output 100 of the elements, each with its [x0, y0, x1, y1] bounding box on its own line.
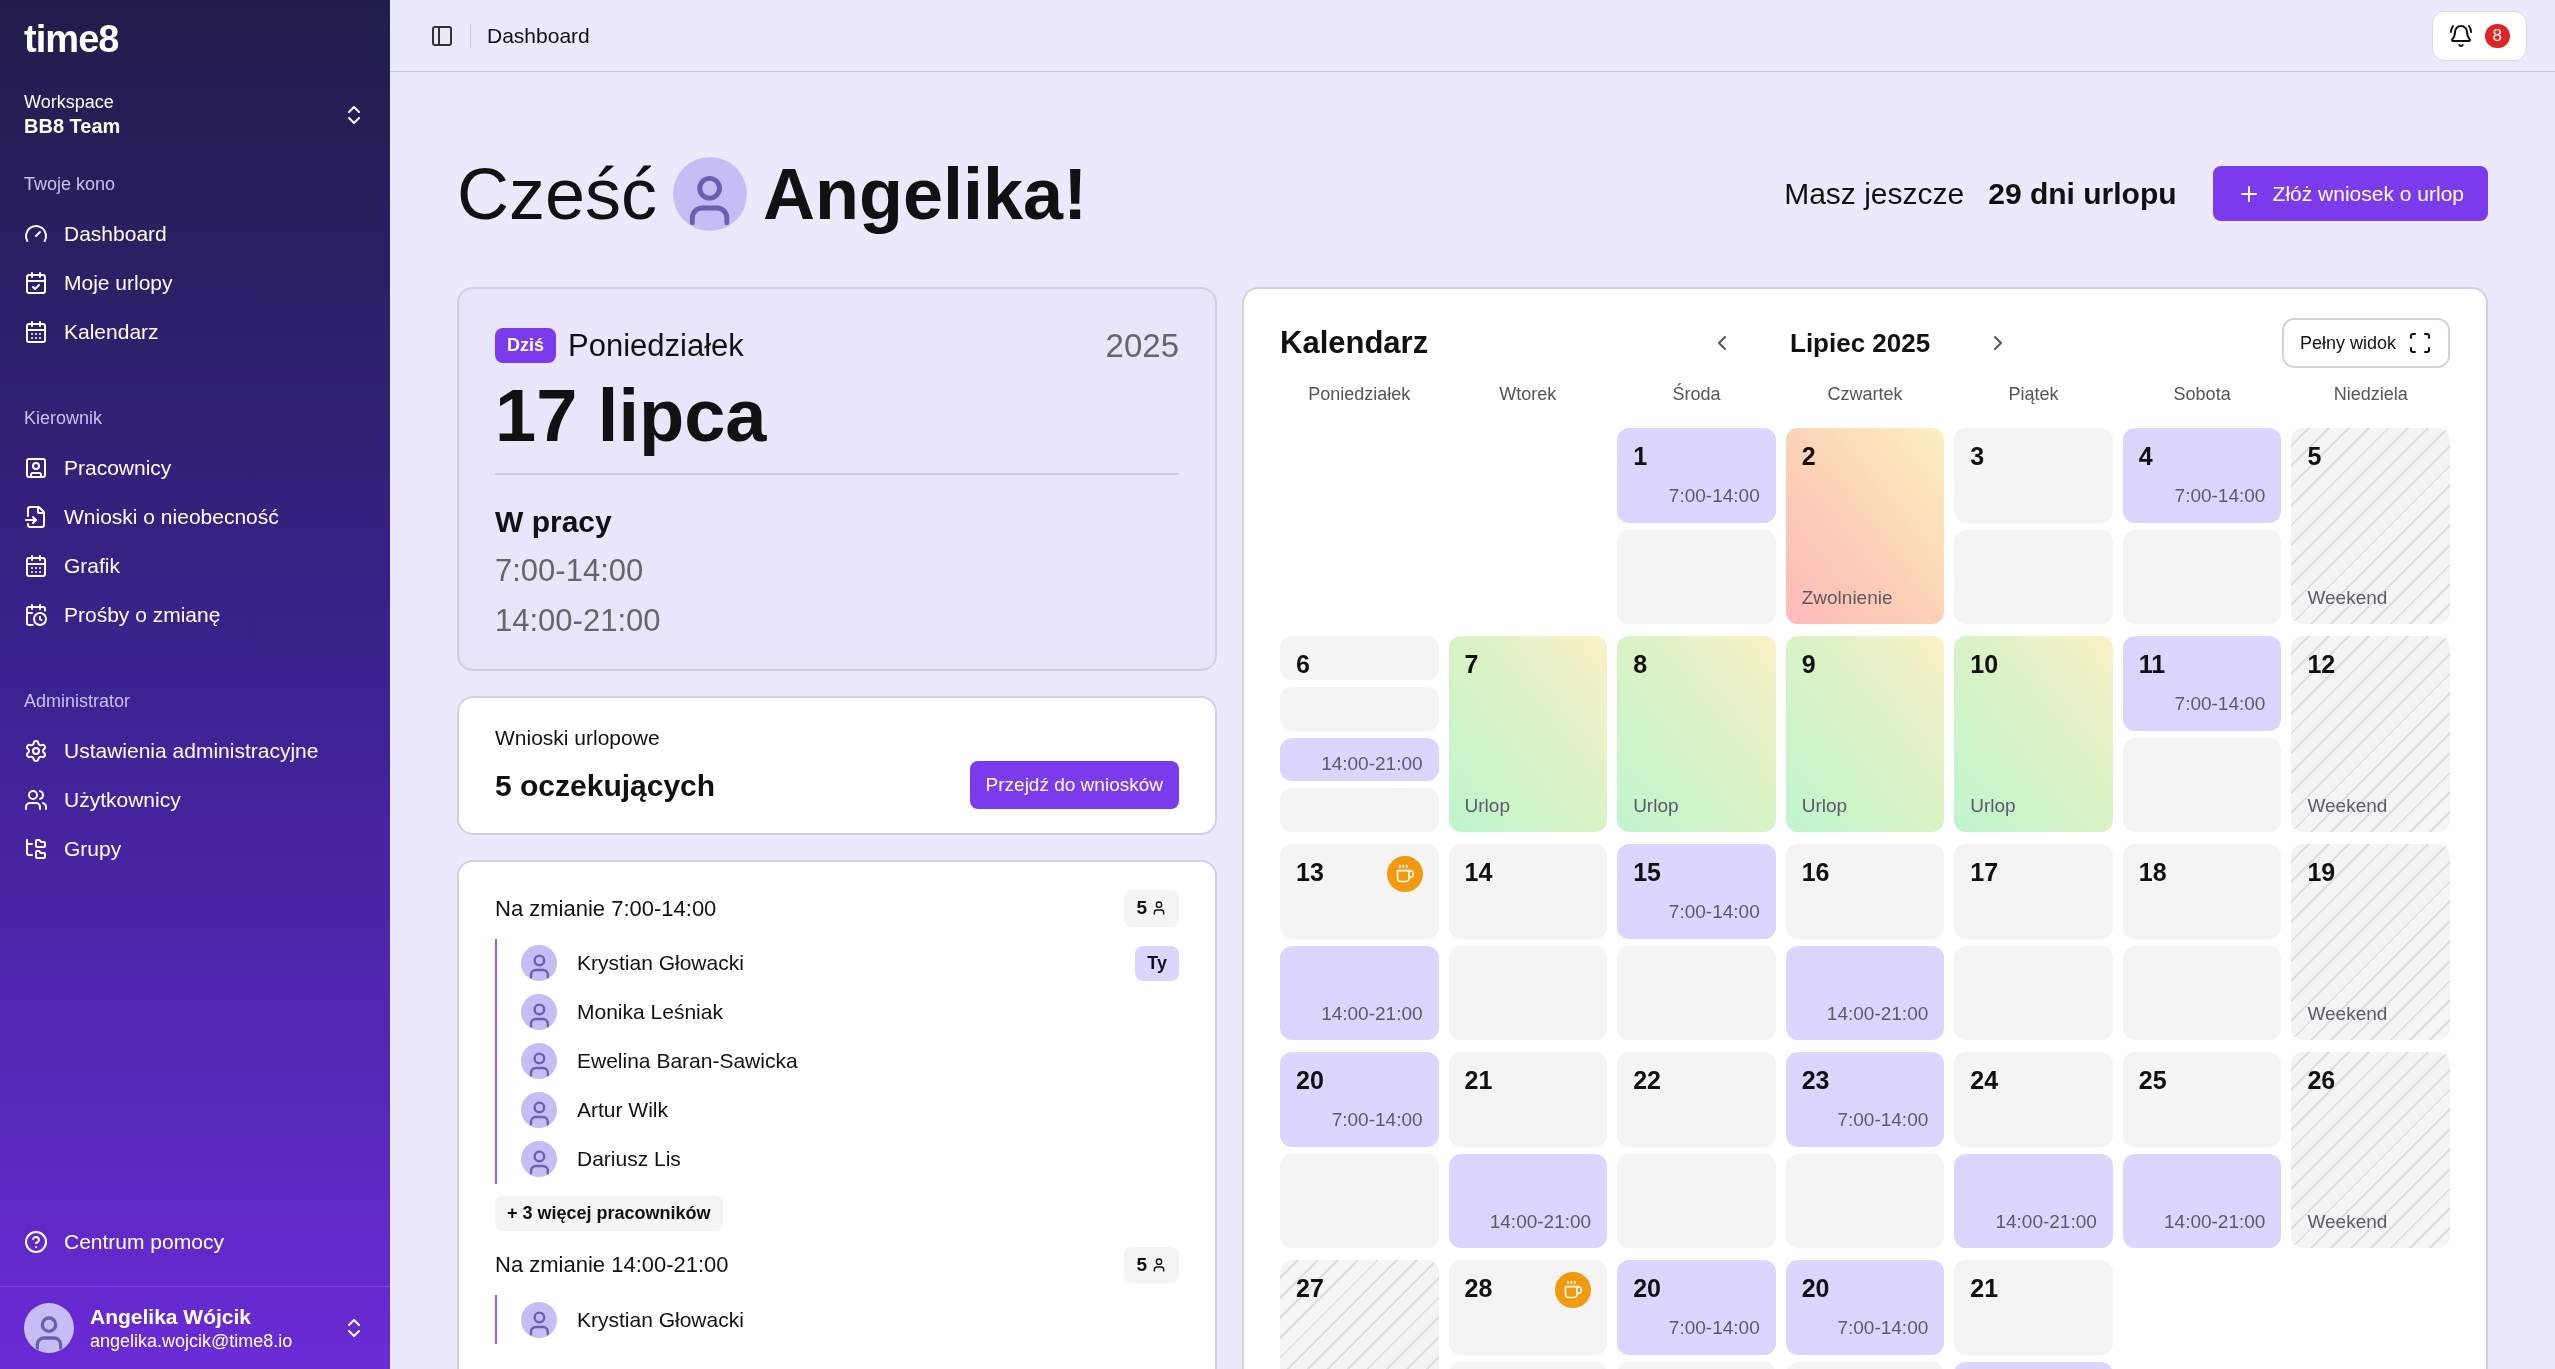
shift-time: 7:00-14:00: [1837, 1108, 1929, 1132]
section-title: Administrator: [23, 689, 132, 713]
sidebar-toggle-icon[interactable]: [430, 23, 454, 48]
section-title: Twoje kono: [23, 172, 117, 196]
sidebar-item[interactable]: Grafik: [0, 541, 390, 591]
calendar-clock-icon: [24, 603, 48, 627]
shift-time: 7:00-14:00: [495, 551, 645, 590]
sidebar-item[interactable]: Ustawienia administracyjne: [0, 726, 390, 776]
day-number: 2: [1801, 441, 1816, 469]
full-view-button[interactable]: Pełny widok: [2281, 318, 2450, 368]
shift-time: 14:00-21:00: [1995, 1209, 2097, 1234]
day-status: Weekend: [2307, 585, 2388, 610]
day-number: 22: [1633, 1065, 1661, 1093]
day-number: 11: [2138, 649, 2166, 677]
people-count: 5: [1124, 890, 1179, 927]
user-email: angelika.wojcik@time8.io: [90, 1329, 294, 1353]
sidebar-item[interactable]: Prośby o zmianę: [0, 590, 390, 640]
day-number: 5: [2307, 441, 2322, 469]
employee-name: Krystian Głowacki: [577, 1306, 745, 1333]
pending-count: 5 oczekujących: [495, 767, 716, 804]
day-number: 20: [1801, 1273, 1830, 1301]
day-number: 19: [2307, 857, 2336, 885]
day-status: Weekend: [2307, 1209, 2388, 1234]
day-number: 18: [2138, 857, 2167, 885]
day-number: 12: [2307, 649, 2336, 677]
weekday: Poniedziałek: [568, 326, 744, 365]
shift-time: 7:00-14:00: [1331, 1108, 1423, 1132]
sidebar-item[interactable]: Wnioski o nieobecność: [0, 492, 390, 542]
day-number: 7: [1464, 649, 1479, 677]
day-number: 26: [2307, 1065, 2336, 1093]
calendar-icon: [24, 554, 48, 578]
day-status: Urlop: [1801, 793, 1848, 818]
day-number: 9: [1801, 649, 1816, 677]
help-icon: [24, 1229, 48, 1254]
weekday-header: Środa: [1671, 382, 1722, 406]
contact-icon: [24, 456, 48, 480]
workspace-switcher[interactable]: Workspace BB8 Team: [24, 91, 366, 139]
avatar: [521, 994, 557, 1030]
employee-name: Artur Wilk: [577, 1097, 669, 1124]
avatar: [24, 1303, 74, 1353]
person-icon: [1151, 900, 1167, 917]
day-status: Weekend: [2307, 1001, 2388, 1026]
person-icon: [1151, 1256, 1167, 1273]
remaining-days: 29 dni urlopu: [1988, 171, 2177, 216]
day-number: 4: [2138, 441, 2153, 469]
day-number: 8: [1633, 649, 1648, 677]
view-requests-button[interactable]: Przejdź do wniosków: [969, 761, 1179, 809]
day-number: 3: [1970, 441, 1985, 469]
day-number: 16: [1801, 857, 1830, 885]
file-arrow-icon: [24, 505, 48, 529]
day-number: 13: [1296, 857, 1324, 885]
help-link[interactable]: Centrum pomocy: [0, 1217, 390, 1266]
calendar-icon: [24, 320, 48, 344]
day-number: 20: [1633, 1273, 1661, 1301]
fullscreen-icon: [2408, 331, 2432, 355]
avatar: [521, 945, 557, 981]
day-status: Urlop: [1633, 793, 1679, 818]
request-leave-button[interactable]: Złóż wniosek o urlop: [2212, 166, 2488, 221]
weekday-header: Wtorek: [1498, 383, 1558, 406]
calendar-title: Kalendarz: [1280, 323, 1430, 362]
day-number: 6: [1296, 649, 1310, 677]
more-employees-button[interactable]: + 3 więcej pracowników: [495, 1195, 723, 1231]
day-status: Urlop: [1970, 793, 2016, 818]
day-number: 14: [1464, 857, 1493, 885]
weekday-header: Piątek: [2007, 383, 2060, 406]
shift-time: 14:00-21:00: [1826, 1001, 1929, 1026]
shift-title: Na zmianie 7:00-14:00: [495, 894, 717, 923]
day-number: 17: [1970, 857, 1999, 885]
calendar-check-icon: [24, 271, 48, 295]
people-count: 5: [1124, 1246, 1179, 1283]
day-number: 20: [1296, 1065, 1324, 1093]
sidebar-item[interactable]: Moje urlopy: [0, 258, 390, 308]
weekday-header: Sobota: [2172, 383, 2232, 406]
remaining-label: Masz jeszcze: [1784, 176, 1965, 212]
shift-time: 7:00-14:00: [1668, 900, 1760, 924]
day-number: 21: [1464, 1065, 1493, 1093]
settings-icon: [24, 739, 48, 763]
sidebar-item[interactable]: Kalendarz: [0, 307, 390, 357]
breadcrumb: Dashboard: [487, 22, 590, 49]
sidebar-item[interactable]: Użytkownicy: [0, 775, 390, 825]
day-status: Weekend: [2307, 793, 2388, 818]
bell-icon: [2448, 23, 2473, 48]
sidebar-item[interactable]: Dashboard: [0, 209, 390, 259]
sidebar-item[interactable]: Grupy: [0, 824, 390, 874]
shift-time: 14:00-21:00: [1321, 1001, 1423, 1026]
employee-name: Monika Leśniak: [577, 999, 724, 1026]
notification-count: 8: [2484, 23, 2510, 48]
shift-time: 7:00-14:00: [2174, 484, 2266, 508]
card-title: Wnioski urlopowe: [495, 724, 661, 751]
employee-name: Krystian Głowacki: [577, 950, 745, 977]
weekday-header: Czwartek: [1826, 383, 1904, 406]
day-number: 25: [2138, 1065, 2167, 1093]
shift-title: Na zmianie 14:00-21:00: [495, 1251, 729, 1280]
shift-time: 7:00-14:00: [2174, 692, 2266, 716]
sidebar-item[interactable]: Pracownicy: [0, 443, 390, 493]
section-title: Kierownik: [23, 406, 104, 430]
year: 2025: [1105, 326, 1179, 366]
employee-name: Dariusz Lis: [577, 1146, 682, 1173]
month-label: Lipiec 2025: [1790, 326, 1931, 360]
notifications-button[interactable]: 8: [2431, 10, 2527, 61]
